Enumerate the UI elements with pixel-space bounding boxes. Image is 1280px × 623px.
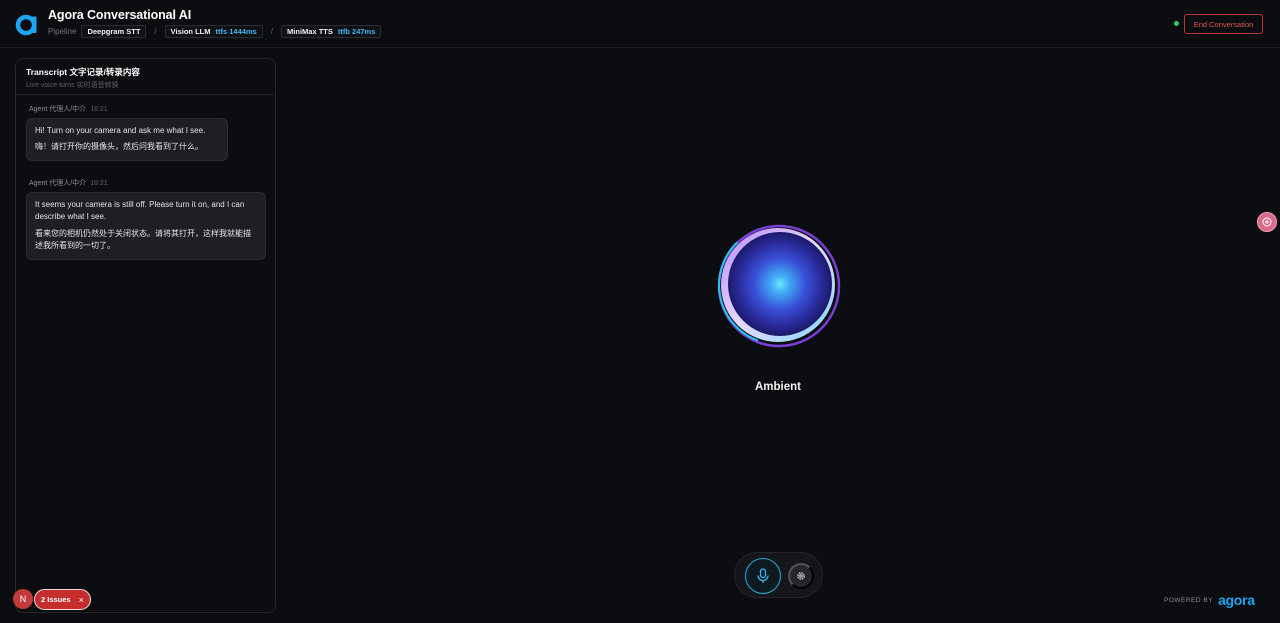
message-speaker: Agent 代理人/中介 xyxy=(29,180,87,187)
message-time: 18:21 xyxy=(90,180,108,187)
microphone-icon xyxy=(757,568,769,583)
pipeline-row: Pipeline Deepgram STT / Vision LLM ttfs … xyxy=(48,24,382,38)
tts-metric: ttfb 247ms xyxy=(337,26,376,36)
separator: / xyxy=(154,26,157,36)
tts-label: MiniMax TTS xyxy=(287,26,333,36)
separator: / xyxy=(270,26,274,36)
message-speaker: Agent 代理人/中介 xyxy=(29,106,87,113)
issues-label: 2 Issues xyxy=(41,595,71,604)
stt-chip: Deepgram STT xyxy=(81,24,147,38)
message-meta: Agent 代理人/中介 18:21 xyxy=(29,104,228,114)
message-time: 18:21 xyxy=(90,106,108,113)
agora-brand-logo: agora xyxy=(1218,592,1255,608)
mic-toggle-button[interactable] xyxy=(745,558,781,594)
stt-label: Deepgram STT xyxy=(87,26,141,36)
llm-metric: ttfs 1444ms xyxy=(215,26,257,36)
transcript-message: Agent 代理人/中介 18:21 It seems your camera i… xyxy=(26,178,266,260)
powered-by-text: POWERED BY xyxy=(1164,596,1214,604)
llm-chip: Vision LLM ttfs 1444ms xyxy=(164,24,263,38)
agent-state-label: Ambient xyxy=(755,381,801,393)
transcript-header: Transcript 文字记录/转录内容 Live voice turns 实时… xyxy=(16,59,275,95)
powered-by: POWERED BY agora xyxy=(1164,592,1255,608)
message-text-en: It seems your camera is still off. Pleas… xyxy=(35,200,245,222)
gear-icon xyxy=(797,572,805,580)
pipeline-label: Pipeline xyxy=(48,26,77,36)
sparkle-icon xyxy=(1262,217,1272,227)
end-conversation-button[interactable]: End Conversation xyxy=(1184,14,1263,34)
transcript-title: Transcript 文字记录/转录内容 xyxy=(26,67,140,77)
message-text-en: Hi! Turn on your camera and ask me what … xyxy=(35,126,206,135)
connection-status-dot xyxy=(1174,21,1179,26)
close-icon[interactable]: × xyxy=(79,595,84,605)
tts-chip: MiniMax TTS ttfb 247ms xyxy=(281,24,382,38)
app-title: Agora Conversational AI xyxy=(48,8,192,22)
call-controls xyxy=(734,552,823,598)
llm-label: Vision LLM xyxy=(170,26,211,36)
transcript-message: Agent 代理人/中介 18:21 Hi! Turn on your camer… xyxy=(26,104,228,161)
message-meta: Agent 代理人/中介 18:21 xyxy=(29,178,266,188)
voice-orb-graphic xyxy=(717,224,841,348)
floating-avatar[interactable] xyxy=(1257,212,1277,232)
transcript-subtitle: Live voice turns 实时语音转换 xyxy=(26,82,119,89)
dev-tools-badge[interactable]: N xyxy=(13,589,33,609)
transcript-panel[interactable]: Transcript 文字记录/转录内容 Live voice turns 实时… xyxy=(15,58,276,613)
agora-logo-icon xyxy=(15,14,37,36)
top-header: Agora Conversational AI Pipeline Deepgra… xyxy=(0,0,1280,48)
message-text-zh: 嗨！请打开你的摄像头，然后问我看到了什么。 xyxy=(35,142,203,152)
message-text-zh: 看来您的相机仍然处于关闭状态。请将其打开，这样我就能描述我所看到的一切了。 xyxy=(35,228,251,251)
settings-button[interactable] xyxy=(788,563,814,589)
issues-pill[interactable]: 2 Issues × xyxy=(34,589,91,610)
message-bubble: Hi! Turn on your camera and ask me what … xyxy=(26,118,228,161)
voice-orb xyxy=(715,222,841,348)
message-bubble: It seems your camera is still off. Pleas… xyxy=(26,192,266,260)
